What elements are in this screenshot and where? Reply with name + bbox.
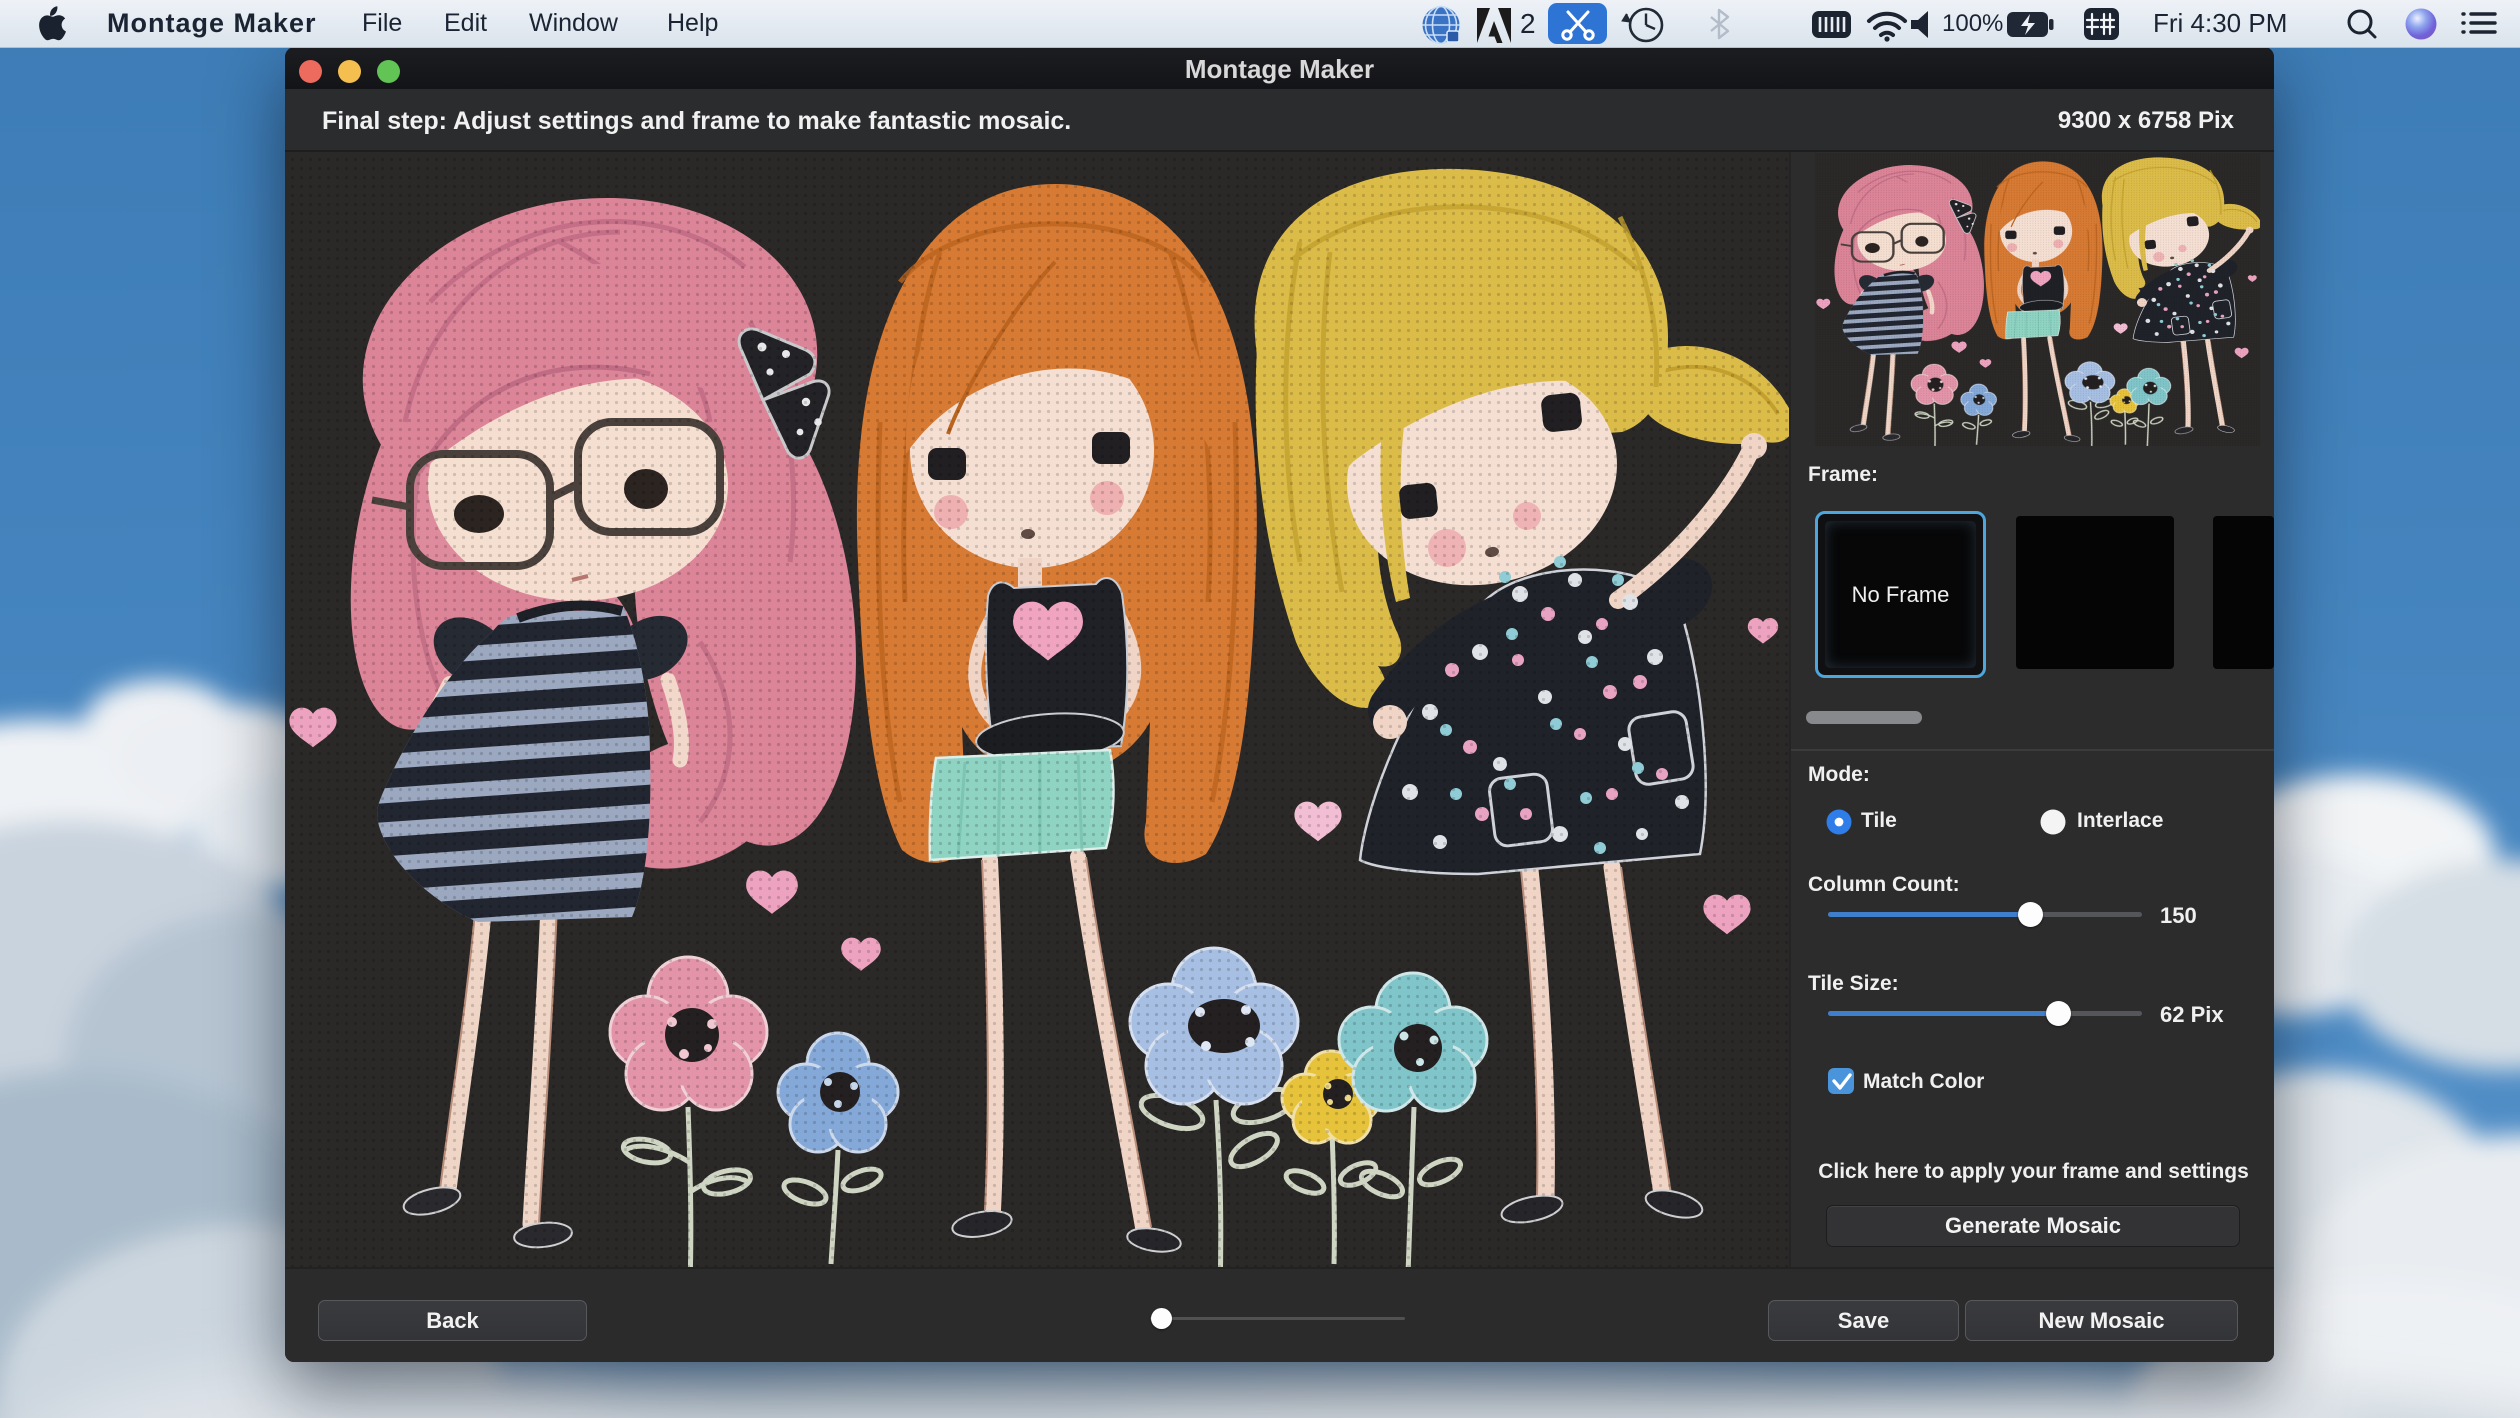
svg-text:2: 2 bbox=[1520, 8, 1536, 39]
